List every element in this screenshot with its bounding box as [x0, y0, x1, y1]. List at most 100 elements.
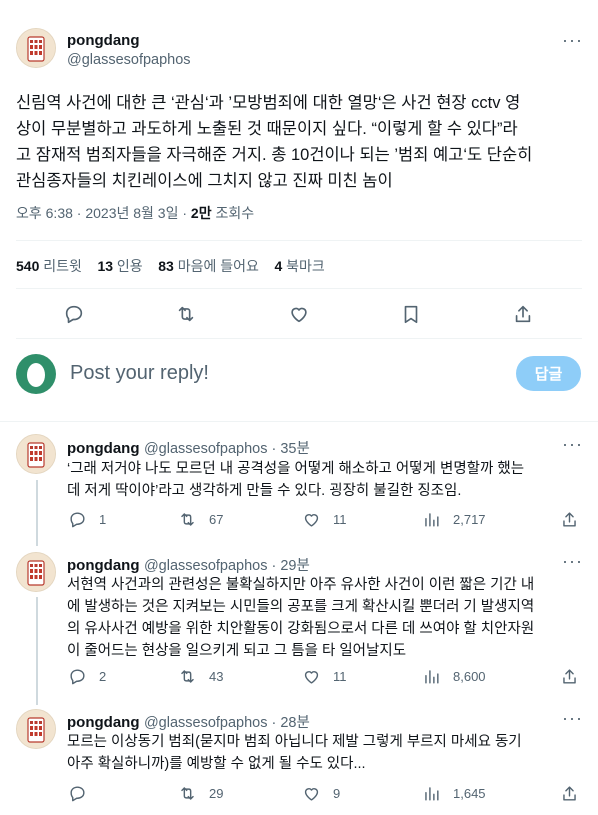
tweet-text: 신림역 사건에 대한 큰 ‘관심‘과 ’모방범죄에 대한 열망‘은 사건 현장 …	[16, 90, 532, 194]
reply-button[interactable]	[63, 303, 85, 325]
thread-line	[36, 597, 38, 705]
tweet-line: 상이 무분별하고 과도하게 노출된 것 때문이지 싶다. “이렇게 할 수 있다…	[16, 120, 518, 138]
author-name[interactable]: pongdang	[67, 440, 139, 457]
reply-line: 아주 확실하니까)를 예방할 수 없게 될 수도 있다...	[67, 756, 366, 772]
views-icon	[425, 787, 439, 801]
share-button[interactable]	[560, 784, 579, 803]
like-count: 11	[333, 669, 347, 684]
views-label: 조회수	[211, 205, 255, 221]
reply-button[interactable]: 2	[68, 667, 106, 686]
share-icon	[563, 512, 576, 527]
retweet-icon	[181, 670, 194, 683]
bookmarks-label: 북마크	[286, 258, 325, 274]
retweet-button[interactable]: 29	[178, 784, 223, 803]
reply-line: 데 저게 딱이야’라고 생각하게 만들 수 있다. 굉장히 불길한 징조임.	[67, 483, 462, 499]
quotes-stat[interactable]: 13 인용	[97, 258, 142, 274]
like-button[interactable]	[288, 303, 310, 325]
avatar	[16, 354, 56, 394]
author-handle[interactable]: @glassesofpaphos · 35분	[144, 441, 310, 457]
retweet-icon	[181, 787, 194, 800]
quotes-label: 인용	[116, 258, 143, 274]
reply-icon	[65, 305, 83, 324]
reply-submit-button[interactable]: 답글	[516, 356, 581, 391]
bookmarks-stat[interactable]: 4 북마크	[274, 258, 324, 274]
tweet-line: 고 잠재적 범죄자들을 자극해준 거지. 총 10건이나 되는 ’범죄 예고‘도…	[16, 146, 533, 164]
share-icon	[563, 669, 576, 684]
views-count: 2만	[190, 205, 212, 221]
bookmarks-count: 4	[274, 258, 283, 274]
egg-avatar-icon	[27, 363, 45, 387]
retweet-button[interactable]: 67	[178, 510, 223, 529]
reply-line: 이 줄어드는 현상을 일으키게 되고 그 틈을 타 일어날지도	[67, 643, 407, 659]
like-count: 11	[333, 512, 347, 527]
views-button[interactable]: 2,717	[422, 510, 486, 529]
avatar[interactable]	[16, 709, 56, 749]
author-handle[interactable]: @glassesofpaphos · 28분	[144, 715, 310, 731]
more-icon[interactable]: ···	[562, 551, 583, 572]
views-button[interactable]: 1,645	[422, 784, 486, 803]
like-count: 9	[333, 786, 341, 801]
reply-button[interactable]: 1	[68, 510, 106, 529]
reply-icon	[70, 669, 85, 685]
tweet-timestamp[interactable]: 오후 6:38 · 2023년 8월 3일 ·	[16, 205, 191, 221]
likes-stat[interactable]: 83 마음에 들어요	[158, 258, 259, 274]
reply-input[interactable]: Post your reply!	[70, 362, 209, 385]
retweet-count: 67	[209, 512, 224, 527]
share-button[interactable]	[560, 510, 579, 529]
avatar[interactable]	[16, 434, 56, 474]
retweet-button[interactable]: 43	[178, 667, 223, 686]
reply-button[interactable]	[68, 784, 93, 803]
reply-line: 모르는 이상동기 범죄(묻지마 범죄 아닙니다 제발 그렇게 부르지 마세요 동…	[67, 734, 522, 750]
retweet-button[interactable]	[175, 303, 197, 325]
like-button[interactable]: 9	[302, 784, 340, 803]
avatar[interactable]	[16, 552, 56, 592]
more-icon[interactable]: ···	[562, 434, 583, 455]
share-button[interactable]	[560, 667, 579, 686]
divider	[16, 240, 582, 241]
share-button[interactable]	[512, 303, 534, 325]
avatar-image	[17, 29, 55, 67]
retweets-label: 리트윗	[43, 258, 82, 274]
divider	[0, 421, 598, 422]
view-count: 1,645	[453, 786, 486, 801]
retweet-count: 43	[209, 669, 224, 684]
reply-header: pongdang @glassesofpaphos · 35분	[67, 437, 310, 458]
tweet-meta: 오후 6:38 · 2023년 8월 3일 · 2만 조회수	[16, 203, 254, 223]
share-icon	[515, 305, 531, 323]
more-icon[interactable]: ···	[562, 708, 583, 729]
tweet-line: 신림역 사건에 대한 큰 ‘관심‘과 ’모방범죄에 대한 열망‘은 사건 현장 …	[16, 94, 521, 112]
share-icon	[563, 786, 576, 801]
divider	[16, 288, 582, 289]
more-icon[interactable]: ···	[562, 30, 583, 51]
author-name[interactable]: pongdang	[67, 557, 139, 574]
author-name[interactable]: pongdang	[67, 714, 139, 731]
like-icon	[304, 788, 319, 801]
views-icon	[425, 513, 439, 527]
like-button[interactable]: 11	[302, 510, 347, 529]
tweet-stats: 540 리트윗 13 인용 83 마음에 들어요 4 북마크	[16, 256, 325, 276]
bookmark-button[interactable]	[400, 303, 422, 325]
view-count: 8,600	[453, 669, 486, 684]
like-icon	[291, 307, 307, 323]
avatar-image	[17, 553, 55, 591]
retweet-icon	[178, 306, 194, 322]
bookmark-icon	[404, 305, 418, 324]
retweet-count: 29	[209, 786, 224, 801]
reply-line: 에 발생하는 것은 지켜보는 시민들의 공포를 크게 확산시킬 뿐더러 기 발생…	[67, 599, 535, 615]
author-handle[interactable]: @glassesofpaphos · 29분	[144, 558, 310, 574]
like-button[interactable]: 11	[302, 667, 347, 686]
avatar[interactable]	[16, 28, 56, 68]
reply-count: 2	[99, 669, 107, 684]
author-handle[interactable]: @glassesofpaphos	[67, 52, 191, 68]
views-button[interactable]: 8,600	[422, 667, 486, 686]
retweets-count: 540	[16, 258, 40, 274]
retweets-stat[interactable]: 540 리트윗	[16, 258, 82, 274]
reply-header: pongdang @glassesofpaphos · 29분	[67, 554, 310, 575]
reply-line: 의 유사사건 예방을 위한 치안활동이 강화됨으로서 다른 데 쓰여야 할 치안…	[67, 621, 535, 637]
views-icon	[425, 670, 439, 684]
avatar-image	[17, 435, 55, 473]
tweet-line: 관심종자들의 치킨레이스에 그치지 않고 진짜 미친 놈이	[16, 172, 393, 190]
reply-icon	[70, 786, 85, 802]
reply-text: 모르는 이상동기 범죄(묻지마 범죄 아닙니다 제발 그렇게 부르지 마세요 동…	[67, 731, 522, 775]
author-name[interactable]: pongdang	[67, 32, 139, 49]
